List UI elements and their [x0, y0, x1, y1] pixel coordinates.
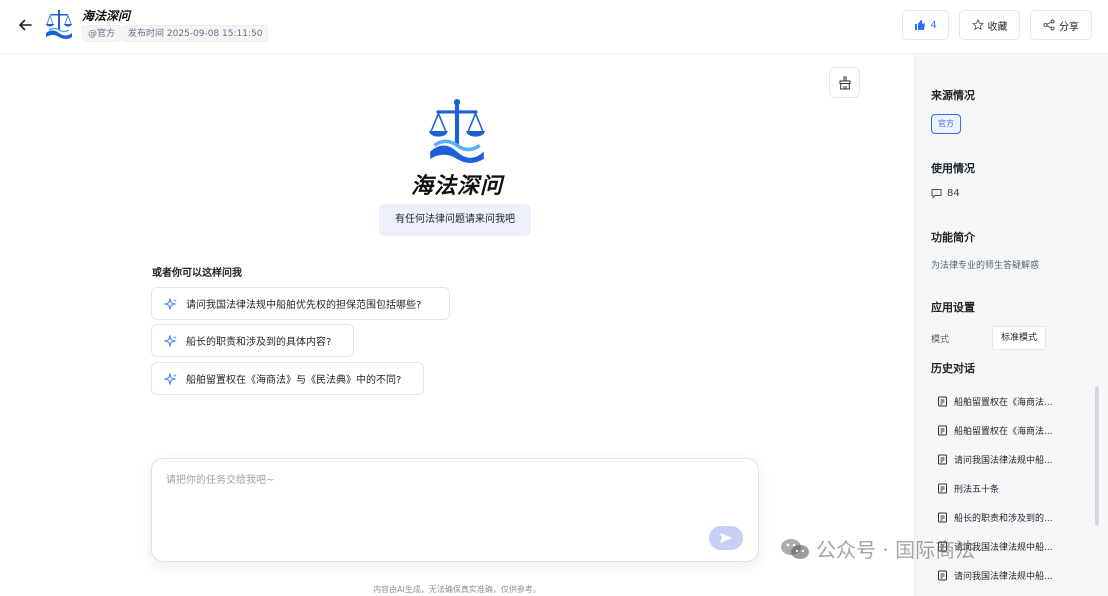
history-list: 船舶留置权在《海商法... 船舶留置权在《海商法... 请问我国法律法规中船..…	[937, 387, 1097, 590]
favorite-button[interactable]: 收藏	[959, 10, 1020, 40]
info-sidebar: 来源情况 官方 使用情况 84 功能简介 为法律专业的师生答疑解惑 应用设置 模…	[914, 54, 1108, 596]
send-button[interactable]	[709, 526, 743, 550]
suggestion-text: 船长的职责和涉及到的具体内容?	[186, 337, 332, 348]
suggestion-text: 船舶留置权在《海商法》与《民法典》中的不同?	[186, 375, 402, 386]
history-item-label: 请问我国法律法规中船...	[954, 456, 1053, 466]
history-item[interactable]: 船舶留置权在《海商法...	[937, 416, 1097, 445]
history-item[interactable]: 刑法五十条	[937, 474, 1097, 503]
source-heading: 来源情况	[931, 89, 975, 102]
mode-select[interactable]: 标准模式	[992, 326, 1046, 350]
back-button[interactable]	[14, 14, 36, 36]
app-logo-large-icon	[429, 99, 485, 163]
history-item-label: 船舶留置权在《海商法...	[954, 398, 1053, 408]
suggestion-item[interactable]: 船长的职责和涉及到的具体内容?	[151, 324, 354, 357]
document-icon	[938, 396, 947, 407]
suggestion-item[interactable]: 请问我国法律法规中船舶优先权的担保范围包括哪些?	[151, 287, 450, 320]
document-icon	[938, 570, 947, 581]
like-button[interactable]: 4	[902, 10, 949, 40]
chat-input-box	[151, 458, 759, 562]
publish-time-tag: 发布时间 2025-09-08 15:11:50	[122, 25, 269, 42]
sparkle-icon	[164, 297, 177, 310]
history-item-label: 请问我国法律法规中船...	[954, 543, 1053, 553]
hero-subtitle: 有任何法律问题请来问我吧	[379, 204, 531, 236]
hero-title: 海法深问	[410, 174, 503, 199]
intro-heading: 功能简介	[931, 231, 975, 244]
share-label: 分享	[1059, 21, 1079, 33]
settings-heading: 应用设置	[931, 301, 975, 314]
sparkle-icon	[164, 334, 177, 347]
suggestion-text: 请问我国法律法规中船舶优先权的担保范围包括哪些?	[186, 300, 422, 311]
usage-count: 84	[947, 188, 960, 199]
app-logo-icon	[46, 10, 72, 39]
history-item-label: 船舶留置权在《海商法...	[954, 427, 1053, 437]
official-tag: @官方	[82, 25, 122, 42]
header-bar: 海法深问 @官方 发布时间 2025-09-08 15:11:50 4 收藏 分…	[0, 0, 1108, 54]
header-title: 海法深问	[82, 9, 131, 23]
sparkle-icon	[164, 372, 177, 385]
history-heading: 历史对话	[931, 362, 975, 375]
chat-bubble-icon	[931, 189, 942, 199]
broom-icon	[839, 76, 850, 89]
wechat-icon	[781, 538, 809, 559]
thumbs-up-icon	[915, 20, 926, 30]
arrow-left-icon	[19, 19, 32, 31]
history-item[interactable]: 船长的职责和涉及到的...	[937, 503, 1097, 532]
send-icon	[720, 533, 732, 543]
document-icon	[938, 541, 947, 552]
document-icon	[938, 454, 947, 465]
history-item[interactable]: 请问我国法律法规中船...	[937, 532, 1097, 561]
history-item-label: 刑法五十条	[954, 485, 1000, 495]
share-button[interactable]: 分享	[1030, 10, 1092, 40]
share-icon	[1043, 19, 1055, 31]
chat-input[interactable]	[166, 471, 726, 531]
history-item[interactable]: 请问我国法律法规中船...	[937, 445, 1097, 474]
ai-disclaimer: 内容由AI生成，无法确保真实准确，仅供参考。	[373, 585, 541, 594]
document-icon	[938, 512, 947, 523]
star-icon	[971, 19, 984, 31]
history-item-label: 请问我国法律法规中船...	[954, 572, 1053, 582]
usage-heading: 使用情况	[931, 162, 975, 175]
history-item[interactable]: 船舶留置权在《海商法...	[937, 387, 1097, 416]
suggestion-item[interactable]: 船舶留置权在《海商法》与《民法典》中的不同?	[151, 362, 424, 395]
clear-chat-button[interactable]	[829, 67, 860, 98]
history-scrollbar[interactable]	[1095, 386, 1099, 526]
suggestions-heading: 或者你可以这样问我	[152, 268, 242, 279]
document-icon	[938, 425, 947, 436]
favorite-label: 收藏	[987, 21, 1008, 33]
document-icon	[938, 483, 947, 494]
intro-text: 为法律专业的师生答疑解惑	[931, 261, 1040, 271]
mode-label: 模式	[931, 335, 950, 345]
usage-stat: 84	[931, 188, 960, 199]
history-item[interactable]: 请问我国法律法规中船...	[937, 561, 1097, 590]
official-badge: 官方	[931, 114, 961, 134]
history-item-label: 船长的职责和涉及到的...	[954, 514, 1053, 524]
like-count: 4	[930, 19, 937, 31]
